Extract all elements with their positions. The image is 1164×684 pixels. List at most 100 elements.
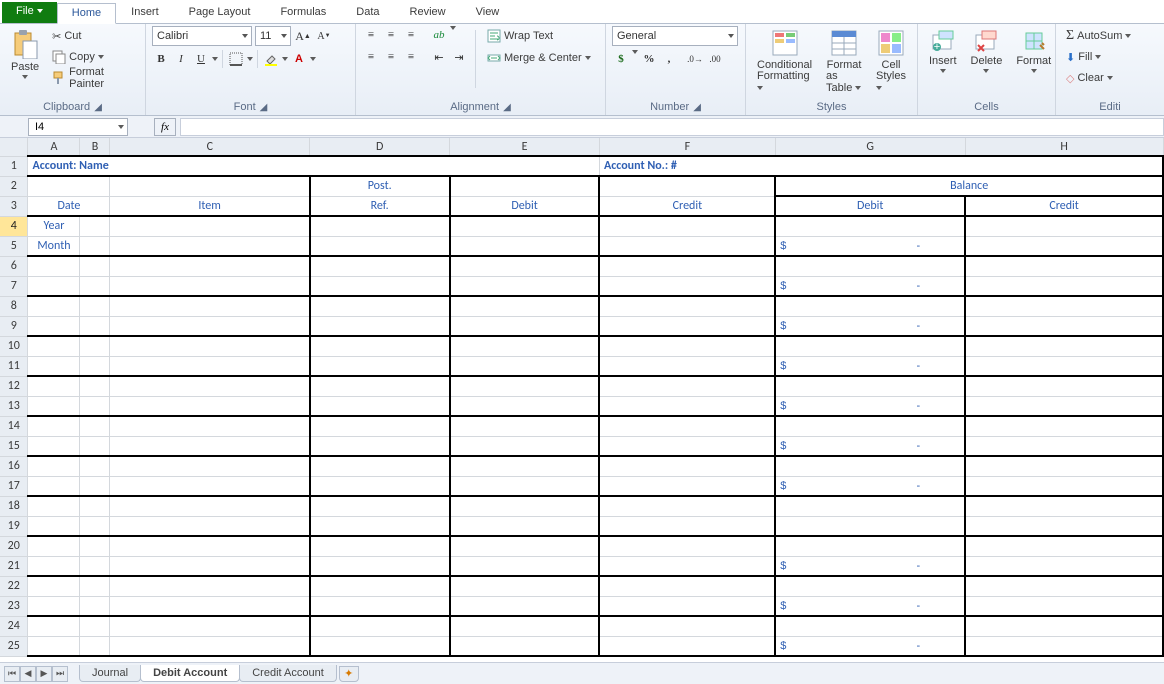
- cell[interactable]: $-: [775, 236, 965, 256]
- row-header[interactable]: 24: [0, 616, 28, 636]
- row-header[interactable]: 22: [0, 576, 28, 596]
- cell[interactable]: [28, 496, 80, 516]
- select-all-corner[interactable]: [0, 138, 28, 156]
- cell[interactable]: [450, 296, 600, 316]
- col-header-B[interactable]: B: [80, 138, 110, 156]
- cell[interactable]: [80, 236, 110, 256]
- cell[interactable]: [965, 356, 1163, 376]
- cell[interactable]: [310, 636, 450, 656]
- cell[interactable]: [965, 256, 1163, 276]
- cell[interactable]: [450, 256, 600, 276]
- cell[interactable]: [965, 436, 1163, 456]
- cell[interactable]: [599, 356, 775, 376]
- row-header[interactable]: 19: [0, 516, 28, 536]
- cell[interactable]: [110, 576, 310, 596]
- cell[interactable]: [80, 596, 110, 616]
- decrease-indent-icon[interactable]: ⇤: [430, 48, 448, 66]
- copy-button[interactable]: Copy: [48, 47, 139, 67]
- cell[interactable]: [599, 616, 775, 636]
- cell[interactable]: [28, 436, 80, 456]
- cell[interactable]: [450, 496, 600, 516]
- comma-format-button[interactable]: ,: [660, 50, 678, 68]
- cell[interactable]: [599, 576, 775, 596]
- row-header[interactable]: 7: [0, 276, 28, 296]
- cell[interactable]: [775, 496, 965, 516]
- cell[interactable]: [775, 256, 965, 276]
- col-header-H[interactable]: H: [965, 138, 1163, 156]
- col-header-F[interactable]: F: [599, 138, 775, 156]
- cell[interactable]: [110, 396, 310, 416]
- cell[interactable]: [599, 176, 775, 196]
- cell[interactable]: [450, 396, 600, 416]
- cell[interactable]: [450, 176, 600, 196]
- cell[interactable]: [450, 316, 600, 336]
- cell[interactable]: [599, 436, 775, 456]
- row-header[interactable]: 1: [0, 156, 28, 176]
- cell[interactable]: [110, 496, 310, 516]
- conditional-formatting-button[interactable]: Conditional Formatting: [752, 26, 817, 97]
- cell[interactable]: [80, 216, 110, 236]
- cell[interactable]: [80, 316, 110, 336]
- cell[interactable]: [310, 376, 450, 396]
- increase-indent-icon[interactable]: ⇥: [450, 48, 468, 66]
- cell[interactable]: [28, 596, 80, 616]
- cell[interactable]: [28, 316, 80, 336]
- sheet-nav-prev-icon[interactable]: ◀: [20, 666, 36, 682]
- cell[interactable]: [28, 476, 80, 496]
- chevron-down-icon[interactable]: [247, 57, 253, 61]
- row-header[interactable]: 3: [0, 196, 28, 216]
- cell[interactable]: [80, 296, 110, 316]
- underline-button[interactable]: U: [192, 50, 210, 68]
- cell[interactable]: $-: [775, 276, 965, 296]
- align-center-icon[interactable]: ≡: [382, 48, 400, 66]
- cell[interactable]: $-: [775, 596, 965, 616]
- cell[interactable]: [80, 476, 110, 496]
- cell[interactable]: [599, 396, 775, 416]
- insert-cells-button[interactable]: + Insert: [924, 26, 962, 76]
- sheet-tab-credit-account[interactable]: Credit Account: [239, 665, 337, 682]
- cell[interactable]: Debit: [775, 196, 965, 216]
- cell[interactable]: [310, 276, 450, 296]
- cell[interactable]: [80, 576, 110, 596]
- cell[interactable]: [450, 576, 600, 596]
- cell[interactable]: Account No.: #: [599, 156, 1163, 176]
- cell[interactable]: [599, 476, 775, 496]
- row-header[interactable]: 17: [0, 476, 28, 496]
- cell[interactable]: [28, 256, 80, 276]
- cell[interactable]: [775, 376, 965, 396]
- cell[interactable]: $-: [775, 316, 965, 336]
- percent-format-button[interactable]: %: [640, 50, 658, 68]
- cell[interactable]: [110, 416, 310, 436]
- cell[interactable]: [965, 336, 1163, 356]
- cell[interactable]: [80, 256, 110, 276]
- row-header[interactable]: 25: [0, 636, 28, 656]
- tab-review[interactable]: Review: [395, 2, 461, 23]
- wrap-text-button[interactable]: Wrap Text: [483, 26, 595, 46]
- cell[interactable]: Account: Name: [28, 156, 599, 176]
- cell[interactable]: Balance: [775, 176, 1163, 196]
- font-size-combo[interactable]: 11: [255, 26, 291, 46]
- cell[interactable]: [965, 636, 1163, 656]
- row-header[interactable]: 2: [0, 176, 28, 196]
- cell[interactable]: [80, 356, 110, 376]
- cell[interactable]: [965, 596, 1163, 616]
- row-header[interactable]: 20: [0, 536, 28, 556]
- cell[interactable]: [110, 296, 310, 316]
- chevron-down-icon[interactable]: [212, 57, 218, 61]
- cell[interactable]: [310, 336, 450, 356]
- cell[interactable]: [599, 276, 775, 296]
- cell[interactable]: [110, 556, 310, 576]
- cell[interactable]: [28, 556, 80, 576]
- cell[interactable]: [599, 416, 775, 436]
- col-header-D[interactable]: D: [310, 138, 450, 156]
- increase-decimal-button[interactable]: .0→: [686, 50, 704, 68]
- cell[interactable]: [310, 596, 450, 616]
- tab-page-layout[interactable]: Page Layout: [174, 2, 266, 23]
- cell[interactable]: [310, 316, 450, 336]
- cell[interactable]: [965, 536, 1163, 556]
- cell[interactable]: [110, 516, 310, 536]
- sheet-nav-first-icon[interactable]: ⏮: [4, 666, 20, 682]
- cell[interactable]: [110, 476, 310, 496]
- cell[interactable]: [28, 616, 80, 636]
- cell[interactable]: [80, 456, 110, 476]
